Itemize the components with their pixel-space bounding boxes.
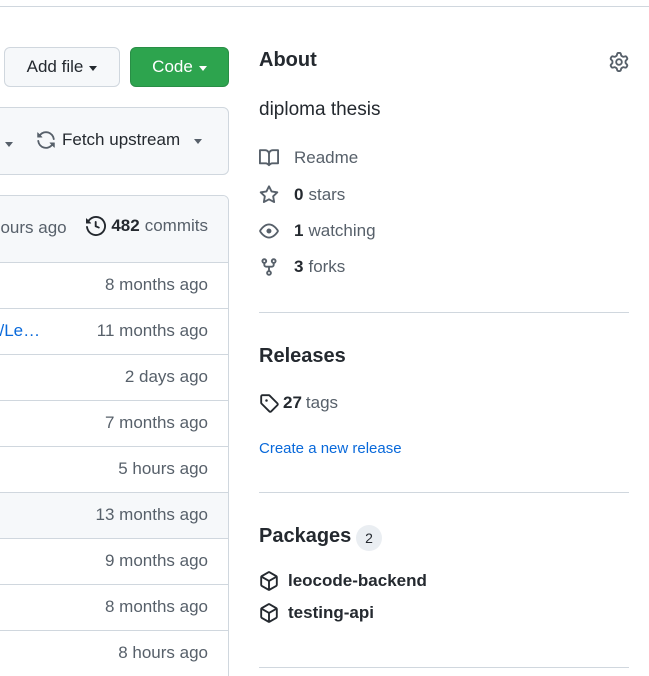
stars-link[interactable]: 0 stars xyxy=(259,184,345,206)
package-name: testing-api xyxy=(288,603,374,622)
repo-page: Add file Code Fetch upstream hours ago 4… xyxy=(0,0,649,676)
star-icon xyxy=(259,185,279,205)
packages-heading[interactable]: Packages xyxy=(259,525,351,548)
tags-label: tags xyxy=(305,393,339,412)
file-row-commit-message[interactable]: s/Le… xyxy=(0,321,40,341)
latest-commit-time: hours ago xyxy=(0,218,67,237)
forks-count: 3 xyxy=(294,257,304,276)
fetch-upstream-label: Fetch upstream xyxy=(62,130,181,149)
packages-count-badge: 2 xyxy=(356,525,382,551)
code-label: Code xyxy=(152,57,193,76)
file-row-time: 8 months ago xyxy=(104,597,208,616)
file-row[interactable]: 8 hours ago xyxy=(0,631,228,676)
watching-link[interactable]: 1 watching xyxy=(259,220,376,242)
eye-icon xyxy=(259,221,279,241)
package-item[interactable]: testing-api xyxy=(259,603,374,623)
latest-commit-header: hours ago 482 commits xyxy=(0,196,228,263)
file-row-time: 2 days ago xyxy=(124,367,208,386)
header-divider xyxy=(0,6,649,7)
file-row[interactable]: 8 months ago xyxy=(0,263,228,309)
file-row-time: 8 hours ago xyxy=(118,643,208,662)
forks-label: forks xyxy=(308,257,346,276)
chevron-down-icon xyxy=(194,138,203,144)
section-divider xyxy=(259,312,629,313)
sync-icon xyxy=(36,130,56,150)
fork-icon xyxy=(259,257,279,277)
file-row-time: 7 months ago xyxy=(104,413,208,432)
add-file-button[interactable]: Add file xyxy=(4,47,120,87)
repo-description: diploma thesis xyxy=(259,99,381,120)
tags-count: 27 xyxy=(283,393,302,412)
commits-count: 482 xyxy=(111,216,140,235)
file-row[interactable]: 13 months ago xyxy=(0,493,228,539)
package-name: leocode-backend xyxy=(288,571,427,590)
file-row-time: 8 months ago xyxy=(104,275,208,294)
package-icon xyxy=(259,603,279,623)
chevron-down-icon[interactable] xyxy=(5,142,13,147)
code-button[interactable]: Code xyxy=(130,47,229,87)
history-icon xyxy=(86,216,107,236)
add-file-label: Add file xyxy=(26,57,84,76)
forks-link[interactable]: 3 forks xyxy=(259,256,345,278)
file-row[interactable]: 7 months ago xyxy=(0,401,228,447)
gear-icon[interactable] xyxy=(609,52,629,72)
file-row[interactable]: 2 days ago xyxy=(0,355,228,401)
stars-label: stars xyxy=(308,185,346,204)
file-row-time: 9 months ago xyxy=(104,551,208,570)
commits-link[interactable]: 482 commits xyxy=(86,216,208,236)
section-divider xyxy=(259,492,629,493)
file-row-time: 13 months ago xyxy=(95,505,208,524)
package-item[interactable]: leocode-backend xyxy=(259,571,427,591)
create-release-link[interactable]: Create a new release xyxy=(259,440,402,457)
stars-count: 0 xyxy=(294,185,304,204)
file-row-time: 11 months ago xyxy=(96,321,208,340)
file-list: hours ago 482 commits 8 months ago s/Le…… xyxy=(0,195,229,676)
file-row[interactable]: s/Le… 11 months ago xyxy=(0,309,228,355)
readme-label: Readme xyxy=(294,148,359,167)
file-row[interactable]: 8 months ago xyxy=(0,585,228,631)
releases-heading[interactable]: Releases xyxy=(259,345,346,368)
file-row[interactable]: 9 months ago xyxy=(0,539,228,585)
chevron-down-icon xyxy=(198,65,207,71)
file-row[interactable]: 5 hours ago xyxy=(0,447,228,493)
fetch-upstream-button[interactable]: Fetch upstream xyxy=(36,128,203,152)
watching-count: 1 xyxy=(294,221,304,240)
chevron-down-icon xyxy=(89,65,98,71)
readme-link[interactable]: Readme xyxy=(259,147,358,169)
watching-label: watching xyxy=(308,221,376,240)
book-icon xyxy=(259,148,279,168)
tag-icon xyxy=(259,393,279,413)
file-row-time: 5 hours ago xyxy=(118,459,208,478)
commits-label: commits xyxy=(144,216,208,235)
about-heading: About xyxy=(259,49,317,71)
package-icon xyxy=(259,571,279,591)
tags-link[interactable]: 27 tags xyxy=(259,393,338,413)
section-divider xyxy=(259,667,629,668)
